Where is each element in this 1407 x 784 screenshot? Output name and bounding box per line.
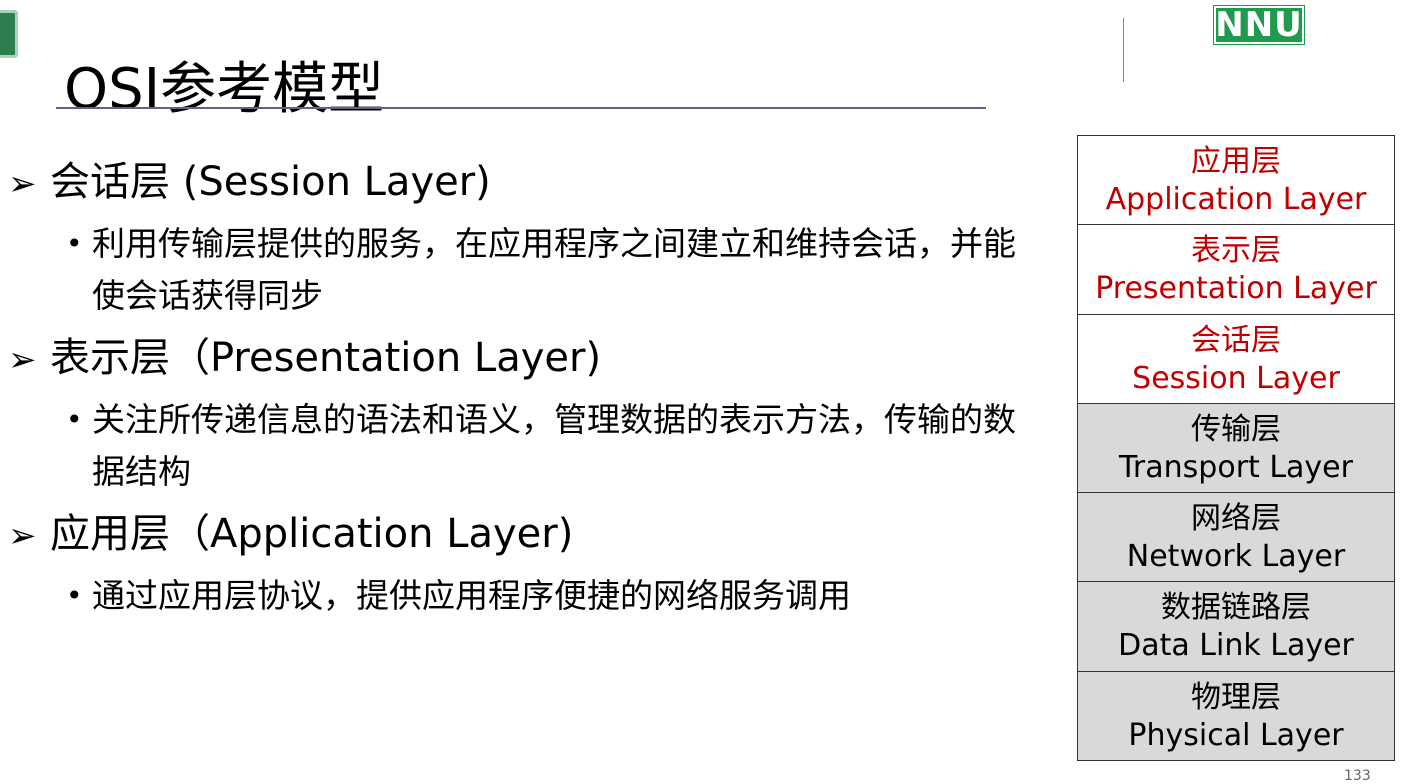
bullet-heading: 表示层（Presentation Layer) [50, 335, 602, 381]
layer-name-en: Network Layer [1126, 539, 1346, 575]
bullet-presentation-layer: ➢ 表示层（Presentation Layer) [8, 328, 1048, 390]
osi-layer-session: 会话层 Session Layer [1078, 314, 1394, 404]
layer-name-en: Transport Layer [1119, 449, 1353, 485]
arrow-bullet-icon: ➢ [8, 164, 37, 204]
layer-name-zh: 应用层 [1191, 144, 1281, 179]
sub-bullet-text: 利用传输层提供的服务，在应用程序之间建立和维持会话，并能使会话获得同步 [92, 224, 1016, 315]
bullet-heading: 会话层 (Session Layer) [50, 159, 491, 205]
osi-layer-network: 网络层 Network Layer [1078, 493, 1394, 583]
header-separator [1123, 18, 1124, 82]
osi-layer-data-link: 数据链路层 Data Link Layer [1078, 582, 1394, 672]
arrow-bullet-icon: ➢ [8, 340, 37, 380]
layer-name-zh: 数据链路层 [1161, 590, 1311, 626]
page-number: 133 [1344, 768, 1371, 784]
osi-layer-stack: 应用层 Application Layer 表示层 Presentation L… [1077, 135, 1395, 762]
arrow-bullet-icon: ➢ [8, 516, 37, 556]
bullet-heading: 应用层（Application Layer) [50, 511, 574, 557]
dot-bullet-icon: • [66, 227, 83, 260]
sub-bullet-text: 关注所传递信息的语法和语义，管理数据的表示方法，传输的数据结构 [92, 400, 1016, 491]
sub-bullet: • 利用传输层提供的服务，在应用程序之间建立和维持会话，并能使会话获得同步 [8, 218, 1048, 322]
layer-name-en: Presentation Layer [1095, 271, 1377, 307]
dot-bullet-icon: • [66, 403, 83, 436]
layer-name-en: Session Layer [1132, 360, 1340, 396]
layer-name-zh: 会话层 [1191, 322, 1281, 358]
bullet-session-layer: ➢ 会话层 (Session Layer) [8, 152, 1048, 214]
layer-name-en: Physical Layer [1128, 717, 1344, 753]
sub-bullet: • 通过应用层协议，提供应用程序便捷的网络服务调用 [8, 570, 1048, 622]
page-title: OSI参考模型 [64, 56, 385, 122]
layer-name-zh: 网络层 [1191, 501, 1281, 537]
osi-layer-transport: 传输层 Transport Layer [1078, 403, 1394, 494]
layer-name-en: Data Link Layer [1118, 628, 1354, 664]
layer-name-zh: 传输层 [1191, 411, 1281, 447]
osi-layer-physical: 物理层 Physical Layer [1078, 671, 1394, 762]
title-divider [56, 107, 986, 109]
sub-bullet: • 关注所传递信息的语法和语义，管理数据的表示方法，传输的数据结构 [8, 394, 1048, 498]
layer-name-en: Application Layer [1105, 182, 1367, 217]
university-emblem-logo [0, 10, 18, 58]
sub-bullet-text: 通过应用层协议，提供应用程序便捷的网络服务调用 [92, 576, 851, 615]
bullet-content: ➢ 会话层 (Session Layer) • 利用传输层提供的服务，在应用程序之间… [8, 152, 1048, 628]
nnu-logo: NNU [1214, 5, 1304, 45]
osi-layer-presentation: 表示层 Presentation Layer [1078, 225, 1394, 315]
layer-name-zh: 物理层 [1191, 679, 1281, 715]
osi-layer-application: 应用层 Application Layer [1078, 136, 1394, 226]
dot-bullet-icon: • [66, 579, 83, 612]
bullet-application-layer: ➢ 应用层（Application Layer) [8, 504, 1048, 566]
layer-name-zh: 表示层 [1191, 233, 1281, 269]
